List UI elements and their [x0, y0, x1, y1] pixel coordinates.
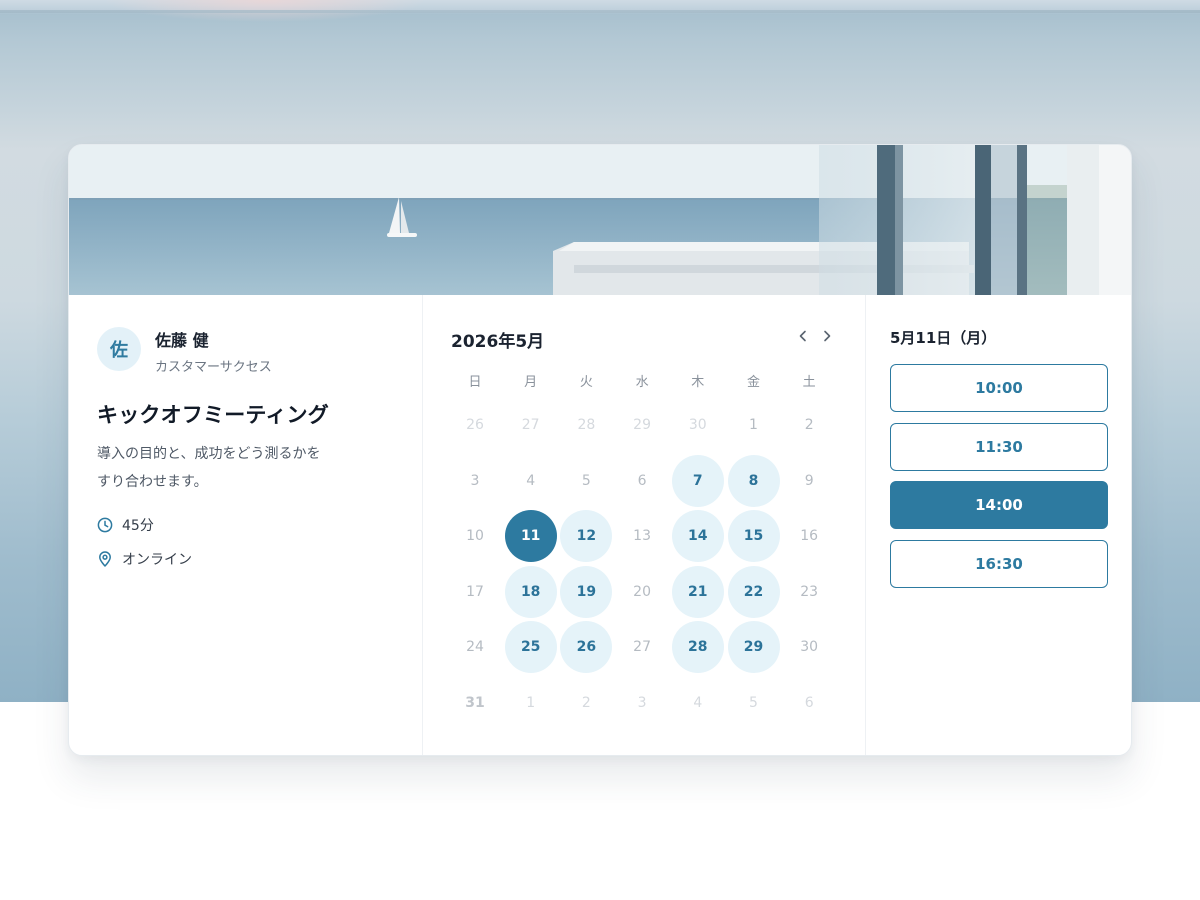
- hero-illustration: [69, 145, 1131, 295]
- weekday-header: 日月火水木金土: [449, 371, 839, 391]
- calendar-day: 17: [466, 583, 484, 600]
- calendar-day: 28: [577, 417, 596, 433]
- calendar-day: 4: [693, 695, 703, 711]
- calendar-panel: 2026年5月 日月火水木金土 26 27 28 29 30 1 2 3 4 5 6 7 8 9 10 11 1…: [423, 295, 866, 755]
- calendar-day: 6: [804, 695, 814, 711]
- location-text: オンライン: [122, 552, 192, 568]
- calendar-day: 3: [470, 472, 480, 489]
- calendar-day: 30: [800, 639, 819, 656]
- hero-image: [69, 145, 1131, 295]
- calendar-day-available[interactable]: 22: [727, 565, 780, 618]
- event-duration: 45分: [97, 515, 154, 535]
- calendar-day: 5: [581, 472, 591, 489]
- prev-month-button[interactable]: [792, 325, 814, 347]
- calendar-day: 20: [633, 583, 651, 600]
- calendar-day: 10: [466, 528, 484, 545]
- duration-text: 45分: [122, 518, 154, 534]
- host-name: 佐藤 健: [155, 331, 209, 350]
- host-role: カスタマーサクセス: [155, 360, 272, 375]
- map-pin-icon: [99, 551, 111, 567]
- booking-card: 佐 佐藤 健 カスタマーサクセス キックオフミーティング 導入の目的と、成功をど…: [68, 144, 1132, 756]
- event-info-panel: 佐 佐藤 健 カスタマーサクセス キックオフミーティング 導入の目的と、成功をど…: [69, 295, 423, 755]
- calendar-day-available[interactable]: 25: [504, 621, 557, 674]
- calendar-day-available[interactable]: 7: [671, 454, 724, 507]
- event-description: 導入の目的と、成功をどう測るかを すり合わせます。: [97, 440, 397, 496]
- event-title: キックオフミーティング: [97, 403, 329, 427]
- calendar-day: 6: [637, 472, 647, 489]
- next-month-button[interactable]: [816, 325, 838, 347]
- calendar-day: 23: [800, 583, 819, 600]
- calendar-day: 13: [633, 528, 651, 545]
- weekday-label: 日: [468, 375, 482, 390]
- calendar-day-available[interactable]: 26: [560, 621, 613, 674]
- calendar-day-available[interactable]: 21: [671, 565, 724, 618]
- calendar-day: 29: [633, 417, 651, 433]
- calendar-day: 2: [804, 417, 814, 433]
- weekday-label: 木: [691, 375, 705, 390]
- calendar-day: 27: [633, 639, 651, 656]
- calendar-day: 5: [749, 695, 758, 711]
- weekday-label: 金: [746, 375, 760, 390]
- event-description-line: すり合わせます。: [97, 474, 208, 490]
- time-slot-button[interactable]: 10:00: [890, 364, 1108, 412]
- calendar-day: 30: [688, 417, 707, 433]
- clock-icon: [97, 517, 113, 533]
- calendar-day: 4: [526, 472, 536, 489]
- chevron-left-icon: [799, 330, 806, 342]
- calendar-day: 31: [465, 695, 485, 711]
- calendar-day-available[interactable]: 19: [560, 565, 613, 618]
- time-slot-panel: 5月11日（月） 10:00 11:30 14:00 16:30: [866, 295, 1131, 755]
- calendar-day: 3: [637, 695, 647, 711]
- calendar-day-available[interactable]: 8: [727, 454, 780, 507]
- calendar-day: 27: [521, 417, 540, 433]
- time-slot-button[interactable]: 16:30: [890, 540, 1108, 589]
- event-location: オンライン: [97, 549, 192, 569]
- chevron-right-icon: [824, 330, 831, 342]
- calendar-day: 24: [466, 639, 484, 656]
- calendar-day-available[interactable]: 15: [727, 510, 780, 563]
- calendar-day-available[interactable]: 18: [504, 565, 557, 618]
- calendar-day: 1: [526, 695, 536, 711]
- weekday-label: 水: [635, 375, 649, 390]
- calendar-grid: 26 27 28 29 30 1 2 3 4 5 6 7 8 9 10 11 12 13 14 15 16 17 18 19 2…: [449, 399, 839, 739]
- calendar-day-available[interactable]: 12: [560, 510, 613, 563]
- time-slot-button[interactable]: 11:30: [890, 422, 1108, 471]
- time-slot-button-selected[interactable]: 14:00: [890, 481, 1108, 530]
- calendar-day: 1: [749, 417, 758, 433]
- weekday-label: 月: [524, 375, 538, 390]
- calendar-day-available[interactable]: 28: [671, 621, 724, 674]
- calendar-day-selected[interactable]: 11: [504, 510, 557, 563]
- calendar-day-available[interactable]: 29: [727, 621, 780, 674]
- avatar-initial: 佐: [110, 340, 128, 361]
- calendar-day: 9: [804, 472, 814, 489]
- event-description-line: 導入の目的と、成功をどう測るかを: [97, 446, 321, 462]
- weekday-label: 火: [579, 375, 593, 390]
- calendar-day: 16: [800, 528, 819, 545]
- avatar: 佐: [97, 327, 141, 371]
- calendar-day: 2: [581, 695, 591, 711]
- calendar-month-label: 2026年5月: [451, 332, 545, 352]
- weekday-label: 土: [802, 375, 816, 390]
- background-horizon: [0, 10, 1200, 13]
- calendar-day: 26: [466, 417, 484, 433]
- calendar-day-available[interactable]: 14: [671, 510, 724, 563]
- selected-date-label: 5月11日（月）: [890, 329, 997, 347]
